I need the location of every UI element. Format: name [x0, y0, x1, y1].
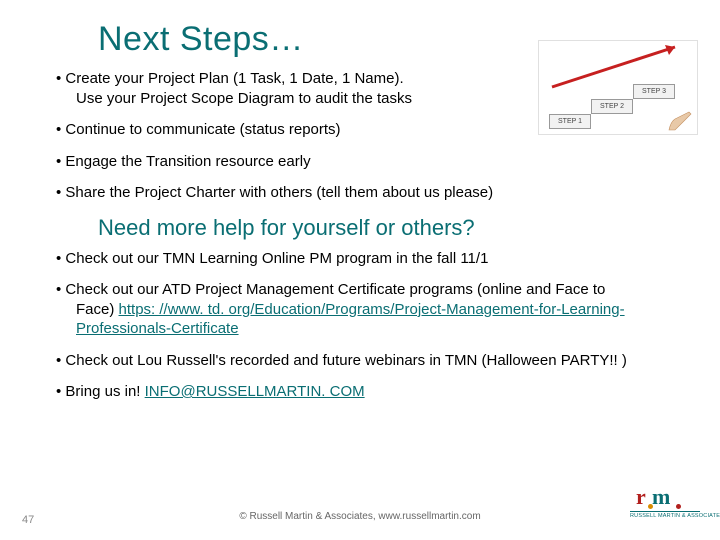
rma-logo: r m RUSSELL MARTIN & ASSOCIATES [630, 486, 702, 526]
bullet-text: Check out Lou Russell's recorded and fut… [65, 352, 626, 369]
bullet-item: Engage the Transition resource early [56, 152, 692, 172]
atd-link-cont[interactable]: Professionals-Certificate [76, 320, 239, 337]
bullet-text-line3: Professionals-Certificate [76, 319, 692, 339]
bullet-item: Bring us in! INFO@RUSSELLMARTIN. COM [56, 382, 692, 402]
bullet-text: Share the Project Charter with others (t… [65, 184, 493, 201]
logo-dot-icon [676, 504, 681, 509]
email-link[interactable]: INFO@RUSSELLMARTIN. COM [145, 383, 365, 400]
bullet-text: Check out our TMN Learning Online PM pro… [65, 250, 488, 267]
bullet-text-prefix: Face) [76, 301, 119, 318]
bullet-text: Check out our ATD Project Management Cer… [65, 281, 605, 298]
bullet-item: Check out Lou Russell's recorded and fut… [56, 351, 692, 371]
steps-illustration: STEP 1 STEP 2 STEP 3 [538, 40, 698, 135]
step-2-label: STEP 2 [591, 99, 633, 114]
bullet-text: Engage the Transition resource early [65, 153, 310, 170]
step-3-label: STEP 3 [633, 84, 675, 99]
bullet-text-line2: Face) https: //www. td. org/Education/Pr… [76, 300, 692, 320]
slide-subtitle: Need more help for yourself or others? [98, 215, 692, 241]
slide: Next Steps… STEP 1 STEP 2 STEP 3 Create … [0, 0, 720, 540]
logo-m-icon: m [652, 484, 670, 510]
step-1-label: STEP 1 [549, 114, 591, 129]
bullet-text: Bring us in! [65, 383, 144, 400]
bullet-item: Share the Project Charter with others (t… [56, 183, 692, 203]
bullet-text: Continue to communicate (status reports) [65, 121, 340, 138]
bullet-item: Check out our TMN Learning Online PM pro… [56, 249, 692, 269]
logo-text: RUSSELL MARTIN & ASSOCIATES [630, 513, 720, 519]
footer: 47 © Russell Martin & Associates, www.ru… [0, 500, 720, 526]
hand-icon [667, 110, 695, 132]
copyright-text: © Russell Martin & Associates, www.russe… [0, 511, 720, 522]
logo-divider [630, 511, 700, 512]
atd-link[interactable]: https: //www. td. org/Education/Programs… [119, 301, 625, 318]
logo-r-icon: r [636, 484, 646, 510]
bullet-text: Create your Project Plan (1 Task, 1 Date… [65, 70, 403, 87]
bullets-section-2: Check out our TMN Learning Online PM pro… [28, 249, 692, 402]
bullet-item: Check out our ATD Project Management Cer… [56, 280, 692, 339]
